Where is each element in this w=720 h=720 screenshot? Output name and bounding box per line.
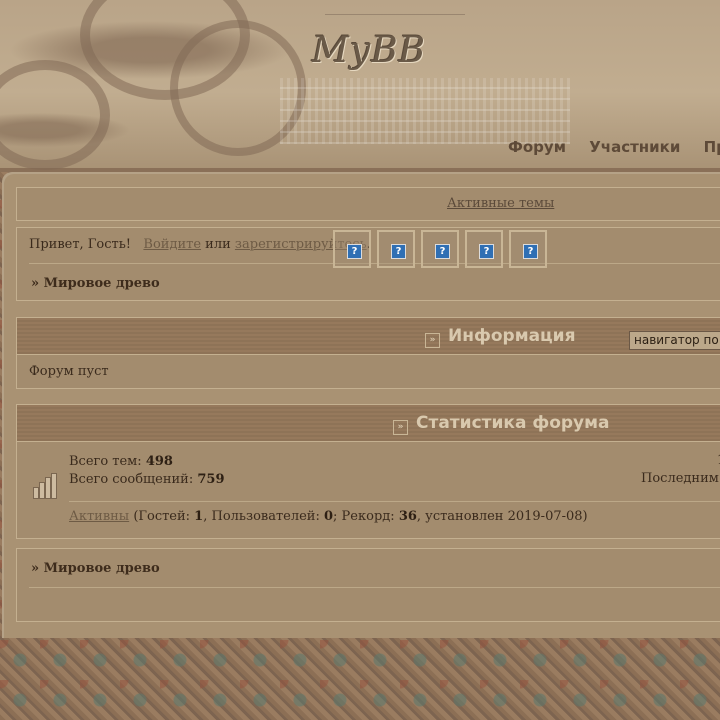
- stats-title-wrap: » Статистика форума: [393, 413, 610, 435]
- greeting-hello: Привет, Гость!: [29, 237, 132, 252]
- nav-forum[interactable]: Форум: [508, 138, 566, 156]
- forum-logo[interactable]: MyBB: [312, 30, 426, 71]
- navigator-select[interactable]: навигатор по: [629, 331, 720, 350]
- stats-panel: » Статистика форума Всего тем: 498 Всего …: [16, 404, 720, 539]
- topics-label: Всего тем:: [69, 454, 142, 469]
- guests-label: (Гостей:: [133, 509, 191, 524]
- posts-value: 759: [197, 472, 225, 487]
- top-navigation: Форум Участники Пр: [508, 138, 720, 156]
- question-icon: ?: [479, 244, 494, 259]
- stats-totals: Всего тем: 498 Всего сообщений: 759: [69, 453, 225, 489]
- greeting: Привет, Гость! Войдите или зарегистрируй…: [29, 237, 371, 252]
- question-icon: ?: [347, 244, 362, 259]
- topics-value: 498: [145, 454, 173, 469]
- question-icon: ?: [435, 244, 450, 259]
- divider: [29, 263, 720, 264]
- last-registered-label: Последним з: [641, 471, 720, 486]
- missing-image-button[interactable]: ?: [509, 230, 547, 268]
- record-value: 36: [398, 509, 417, 524]
- forum-empty-text: Форум пуст: [29, 364, 109, 379]
- active-users-link[interactable]: Активны: [69, 509, 129, 524]
- info-title-wrap: » Информация: [425, 326, 575, 348]
- question-icon: ?: [523, 244, 538, 259]
- login-link[interactable]: Войдите: [143, 237, 201, 252]
- active-topics-panel: Активные темы: [16, 187, 720, 221]
- category-header: » Статистика форума: [17, 405, 720, 442]
- question-icon: ?: [391, 244, 406, 259]
- active-topics-link[interactable]: Активные темы: [447, 196, 554, 211]
- category-header: » Информация навигатор по: [17, 318, 720, 355]
- users-label: , Пользователей:: [203, 509, 320, 524]
- category-arrow-icon: »: [393, 420, 408, 435]
- bottom-breadcrumb-panel: » Мировое древо: [16, 548, 720, 622]
- missing-image-button[interactable]: ?: [421, 230, 459, 268]
- forum-header: MyBB Форум Участники Пр: [0, 0, 720, 172]
- breadcrumb[interactable]: » Мировое древо: [31, 276, 160, 291]
- nav-members[interactable]: Участники: [589, 138, 680, 156]
- decor-swirl: [0, 60, 110, 170]
- greeting-or: или: [205, 237, 231, 252]
- nav-more[interactable]: Пр: [704, 138, 720, 156]
- bottom-breadcrumb[interactable]: » Мировое древо: [31, 561, 160, 576]
- missing-image-button[interactable]: ?: [465, 230, 503, 268]
- users-value: 0: [324, 509, 334, 524]
- record-label: ; Рекорд:: [333, 509, 395, 524]
- stats-title: Статистика форума: [416, 413, 610, 433]
- divider: [69, 501, 720, 502]
- info-title: Информация: [448, 326, 576, 346]
- logo-line: [325, 14, 465, 15]
- divider: [29, 587, 720, 588]
- category-arrow-icon: »: [425, 333, 440, 348]
- online-stats: Активны (Гостей: 1, Пользователей: 0; Ре…: [69, 509, 588, 524]
- record-suffix: , установлен 2019-07-08): [416, 509, 588, 524]
- stats-bars-icon: [33, 473, 57, 499]
- info-panel: » Информация навигатор по Форум пуст: [16, 317, 720, 389]
- posts-label: Всего сообщений:: [69, 472, 194, 487]
- missing-image-button[interactable]: ?: [377, 230, 415, 268]
- header-description-decor: [280, 78, 570, 144]
- guests-value: 1: [194, 509, 204, 524]
- missing-image-button[interactable]: ?: [333, 230, 371, 268]
